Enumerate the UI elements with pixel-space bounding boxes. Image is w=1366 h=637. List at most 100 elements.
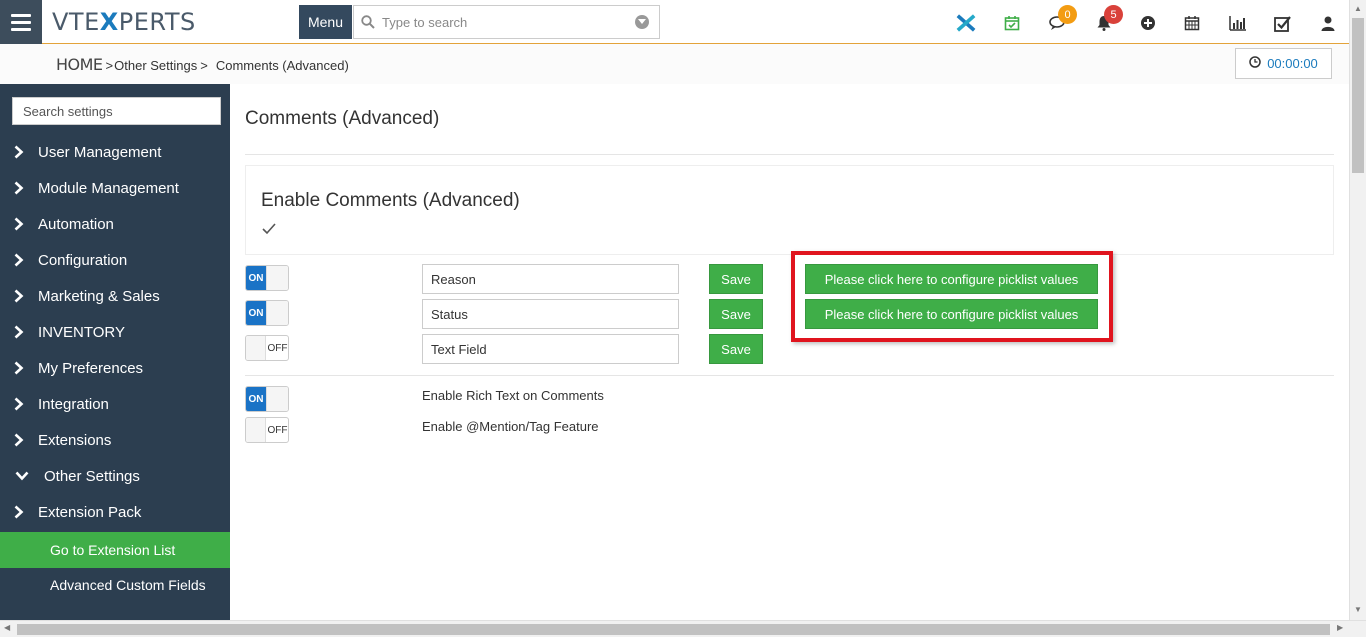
scroll-down-arrow-icon[interactable]: ▼ — [1354, 605, 1362, 614]
enable-comments-checkbox[interactable] — [262, 222, 276, 240]
chevron-right-icon — [0, 181, 38, 195]
panel-title: Enable Comments (Advanced) — [261, 190, 520, 211]
field-name-input[interactable]: Reason — [422, 264, 679, 294]
toggle-off-label: OFF — [267, 424, 288, 436]
sidebar-item-label: Other Settings — [44, 467, 140, 485]
notification-badge: 5 — [1104, 5, 1123, 24]
sidebar-item[interactable]: Configuration — [0, 242, 230, 278]
timer-value: 00:00:00 — [1267, 56, 1318, 71]
enable-panel: Enable Comments (Advanced) — [245, 165, 1334, 255]
divider — [245, 154, 1334, 155]
sidebar-item[interactable]: Marketing & Sales — [0, 278, 230, 314]
chevron-right-icon — [0, 433, 38, 447]
breadcrumb-home[interactable]: HOME — [56, 55, 103, 74]
toggle-knob — [246, 418, 266, 442]
sidebar-item-label: Configuration — [38, 251, 128, 269]
sidebar-item[interactable]: Extensions — [0, 422, 230, 458]
clock-icon — [1249, 56, 1261, 71]
toggle-knob — [266, 266, 288, 290]
toggle-on-label: ON — [246, 266, 266, 290]
save-button[interactable]: Save — [709, 299, 763, 329]
sidebar-item-label: INVENTORY — [38, 323, 125, 341]
sidebar-item-label: Extensions — [38, 431, 112, 449]
sidebar-item[interactable]: INVENTORY — [0, 314, 230, 350]
vtexperts-x-icon[interactable] — [956, 13, 976, 33]
chevron-right-icon — [0, 253, 38, 267]
chevron-right-icon — [0, 397, 38, 411]
hamburger-menu-button[interactable] — [0, 0, 42, 44]
toggle-switch[interactable]: ON — [245, 386, 289, 412]
toggle-switch[interactable]: ON — [245, 265, 289, 291]
save-button[interactable]: Save — [709, 334, 763, 364]
toggle-knob — [266, 301, 288, 325]
sidebar-subitem[interactable]: Go to Extension List — [0, 532, 230, 568]
sidebar-item-label: Module Management — [38, 179, 179, 197]
hamburger-line — [11, 20, 31, 24]
scroll-thumb[interactable] — [1352, 18, 1364, 173]
settings-sidebar: Search settings User Management Module Ma… — [0, 84, 230, 620]
field-name-input[interactable]: Text Field — [422, 334, 679, 364]
global-search[interactable] — [353, 5, 660, 39]
sidebar-subitem[interactable]: Advanced Custom Fields — [0, 567, 230, 603]
sidebar-item[interactable]: My Preferences — [0, 350, 230, 386]
vertical-scrollbar[interactable]: ▲ ▼ — [1349, 0, 1366, 620]
chevron-down-icon — [0, 471, 44, 481]
horizontal-scrollbar[interactable]: ◀ ▶ — [0, 620, 1366, 637]
sidebar-item-label: User Management — [38, 143, 162, 161]
breadcrumb-other-settings[interactable]: Other Settings — [114, 58, 197, 73]
chevron-right-icon — [0, 289, 38, 303]
vtexperts-logo[interactable]: VTEXPERTS — [52, 8, 196, 36]
logo-text-right: PERTS — [118, 8, 196, 36]
scroll-up-arrow-icon[interactable]: ▲ — [1354, 4, 1362, 13]
sidebar-item[interactable]: Integration — [0, 386, 230, 422]
toggle-off-label: OFF — [267, 342, 288, 354]
calendar-check-icon[interactable] — [1002, 13, 1022, 33]
timer-button[interactable]: 00:00:00 — [1235, 48, 1332, 79]
chevron-right-icon — [0, 217, 38, 231]
logo-text-x: X — [99, 8, 119, 36]
chevron-right-icon — [0, 505, 38, 519]
scroll-thumb[interactable] — [17, 624, 1330, 635]
scroll-left-arrow-icon[interactable]: ◀ — [4, 623, 10, 632]
sidebar-item-label: My Preferences — [38, 359, 144, 377]
sidebar-item[interactable]: Extension Pack — [0, 494, 230, 530]
plus-circle-icon[interactable] — [1138, 13, 1158, 33]
calendar-icon[interactable] — [1182, 13, 1202, 33]
checkbox-icon[interactable] — [1273, 13, 1293, 33]
hamburger-line — [11, 27, 31, 31]
toggle-switch[interactable]: OFF — [245, 417, 289, 443]
main-content: Comments (Advanced) Enable Comments (Adv… — [230, 84, 1349, 620]
top-bar: VTEXPERTS Menu 0 5 — [0, 0, 1349, 44]
save-button[interactable]: Save — [709, 264, 763, 294]
sidebar-item[interactable]: Automation — [0, 206, 230, 242]
search-input[interactable] — [382, 14, 632, 30]
toggle-knob — [246, 336, 266, 360]
user-icon[interactable] — [1318, 13, 1338, 33]
sidebar-item-label: Automation — [38, 215, 114, 233]
chat-badge: 0 — [1058, 5, 1077, 24]
toggle-on-label: ON — [246, 387, 266, 411]
sidebar-item[interactable]: Module Management — [0, 170, 230, 206]
sidebar-item-label: Integration — [38, 395, 109, 413]
field-name-input[interactable]: Status — [422, 299, 679, 329]
sidebar-item[interactable]: User Management — [0, 134, 230, 170]
toggle-knob — [266, 387, 288, 411]
breadcrumb-bar: HOME > Other Settings > Comments (Advanc… — [0, 44, 1349, 84]
page-title: Comments (Advanced) — [245, 108, 440, 129]
search-dropdown-icon[interactable] — [635, 15, 649, 29]
bell-icon[interactable]: 5 — [1094, 5, 1123, 33]
chevron-right-icon — [0, 325, 38, 339]
toggle-switch[interactable]: ON — [245, 300, 289, 326]
hamburger-line — [11, 13, 31, 17]
scroll-right-arrow-icon[interactable]: ▶ — [1337, 623, 1343, 632]
bar-chart-icon[interactable] — [1227, 13, 1247, 33]
settings-search-input[interactable]: Search settings — [12, 97, 221, 125]
highlight-box — [791, 251, 1113, 342]
divider — [245, 375, 1334, 376]
menu-button[interactable]: Menu — [299, 5, 352, 39]
chat-icon[interactable]: 0 — [1048, 5, 1077, 33]
toggle-switch[interactable]: OFF — [245, 335, 289, 361]
sidebar-item[interactable]: Other Settings — [0, 458, 230, 494]
breadcrumb-current: Comments (Advanced) — [215, 58, 349, 73]
option-label: Enable @Mention/Tag Feature — [422, 419, 599, 434]
